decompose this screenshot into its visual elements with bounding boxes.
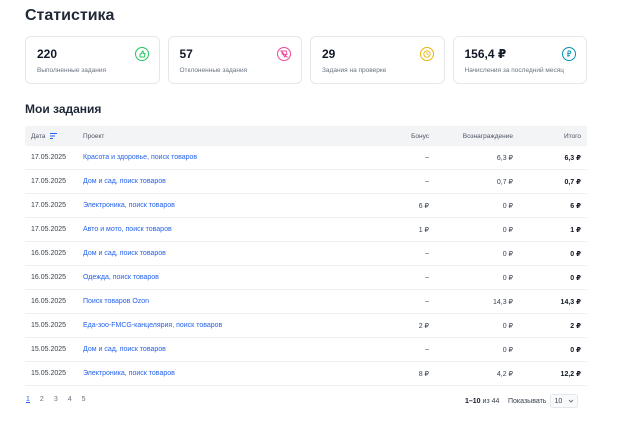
cell-reward: 0,7 ₽: [496, 178, 513, 186]
stat-card: 29 Задания на проверке: [310, 36, 445, 84]
cell-total: 6 ₽: [570, 202, 581, 210]
project-link[interactable]: Одежда, поиск товаров: [83, 274, 367, 281]
table-row: 17.05.2025 Авто и мото, поиск товаров 1 ₽ 0…: [25, 218, 587, 242]
cell-total: 14,3 ₽: [560, 298, 581, 306]
table-row: 17.05.2025 Дом и сад, поиск товаров – 0,7 ₽…: [25, 170, 587, 194]
cell-total: 6,3 ₽: [564, 154, 581, 162]
cell-bonus: –: [425, 274, 429, 281]
chevron-down-icon: [569, 399, 574, 403]
cell-reward: 0 ₽: [502, 346, 513, 354]
project-link[interactable]: Дом и сад, поиск товаров: [83, 346, 367, 353]
page-title: Статистика: [25, 7, 115, 24]
project-link[interactable]: Авто и мото, поиск товаров: [83, 226, 367, 233]
cell-bonus: 6 ₽: [418, 202, 429, 210]
table-row: 15.05.2025 Дом и сад, поиск товаров – 0 ₽ 0 …: [25, 338, 587, 362]
cell-total: 12,2 ₽: [560, 370, 581, 378]
stat-label: Задания на проверке: [322, 67, 387, 74]
cell-bonus: 1 ₽: [418, 226, 429, 234]
cell-reward: 0 ₽: [502, 322, 513, 330]
ruble-coin-icon: [562, 47, 576, 61]
page-size-select[interactable]: 10: [550, 394, 579, 408]
column-total: Итого: [563, 132, 581, 140]
cell-bonus: 8 ₽: [418, 370, 429, 378]
cell-total: 0,7 ₽: [564, 178, 581, 186]
cell-date: 17.05.2025: [31, 202, 67, 209]
table-row: 16.05.2025 Поиск товаров Ozon – 14,3 ₽ 14,3 …: [25, 290, 587, 314]
cell-date: 16.05.2025: [31, 298, 67, 305]
column-bonus: Бонус: [411, 132, 429, 140]
stat-label: Отклоненные задания: [179, 67, 248, 74]
cell-total: 0 ₽: [570, 274, 581, 282]
cell-date: 15.05.2025: [31, 370, 67, 377]
stat-value: 57: [179, 47, 193, 61]
pagination-range: 1–10 из 44: [465, 398, 500, 405]
cell-reward: 0 ₽: [502, 250, 513, 258]
cell-total: 0 ₽: [570, 346, 581, 354]
project-link[interactable]: Еда-зоо-FMCG-канцелярия, поиск товаров: [83, 322, 367, 329]
cell-bonus: –: [425, 178, 429, 185]
stats-cards: 220 Выполненные задания 57 Отклоненные зада…: [25, 36, 587, 84]
pagination: 1 2 3 4 5: [26, 396, 86, 403]
cell-date: 17.05.2025: [31, 226, 67, 233]
cell-reward: 4,2 ₽: [496, 370, 513, 378]
cell-date: 17.05.2025: [31, 178, 67, 185]
table-row: 17.05.2025 Красота и здоровье, поиск това…: [25, 146, 587, 170]
cell-date: 15.05.2025: [31, 322, 67, 329]
table-row: 15.05.2025 Электроника, поиск товаров 8 ₽ 4…: [25, 362, 587, 386]
project-link[interactable]: Дом и сад, поиск товаров: [83, 178, 367, 185]
cell-date: 15.05.2025: [31, 346, 67, 353]
cell-reward: 0 ₽: [502, 202, 513, 210]
cell-bonus: –: [425, 154, 429, 161]
table-row: 16.05.2025 Дом и сад, поиск товаров – 0 ₽ 0 …: [25, 242, 587, 266]
cell-reward: 0 ₽: [502, 226, 513, 234]
thumbs-up-icon: [134, 47, 149, 61]
thumbs-down-icon: [277, 47, 291, 61]
cell-date: 16.05.2025: [31, 274, 67, 281]
project-link[interactable]: Красота и здоровье, поиск товаров: [83, 154, 367, 161]
stat-value: 220: [37, 47, 58, 61]
column-date[interactable]: Дата: [25, 133, 83, 140]
cell-total: 1 ₽: [570, 226, 581, 234]
page-size-label: Показывать: [508, 397, 547, 405]
cell-bonus: –: [425, 250, 429, 257]
cell-date: 16.05.2025: [31, 250, 67, 257]
clock-icon: [419, 47, 434, 61]
table-row: 16.05.2025 Одежда, поиск товаров – 0 ₽ 0 ₽: [25, 266, 587, 290]
cell-bonus: –: [425, 298, 429, 305]
cell-total: 0 ₽: [570, 250, 581, 258]
table-header: Дата Проект Бонус Вознаграждение Итого: [25, 126, 587, 146]
project-link[interactable]: Дом и сад, поиск товаров: [83, 250, 367, 257]
column-project: Проект: [83, 132, 105, 140]
cell-reward: 6,3 ₽: [496, 154, 513, 162]
cell-bonus: –: [425, 346, 429, 353]
stat-card: 156,4 ₽ Начисления за последний месяц: [452, 36, 587, 84]
stat-label: Выполненные задания: [37, 67, 107, 74]
project-link[interactable]: Поиск товаров Ozon: [83, 298, 367, 305]
page-size-control: Показывать 10: [508, 393, 579, 409]
stat-card: 220 Выполненные задания: [25, 36, 160, 84]
cell-reward: 14,3 ₽: [492, 298, 513, 306]
stat-value: 29: [322, 47, 336, 61]
cell-bonus: 2 ₽: [418, 322, 429, 330]
sort-icon[interactable]: [50, 132, 58, 139]
page-link-1[interactable]: 1: [26, 396, 30, 403]
column-reward: Вознаграждение: [462, 132, 513, 140]
project-link[interactable]: Электроника, поиск товаров: [83, 370, 367, 377]
table-body: 17.05.2025 Красота и здоровье, поиск това…: [25, 146, 587, 386]
table-row: 17.05.2025 Электроника, поиск товаров 6 ₽ 0…: [25, 194, 587, 218]
cell-date: 17.05.2025: [31, 154, 67, 161]
stat-value: 156,4 ₽: [464, 47, 507, 61]
page-link-4[interactable]: 4: [68, 396, 72, 403]
cell-reward: 0 ₽: [502, 274, 513, 282]
project-link[interactable]: Электроника, поиск товаров: [83, 202, 367, 209]
cell-total: 2 ₽: [570, 322, 581, 330]
table-row: 15.05.2025 Еда-зоо-FMCG-канцелярия, поиск…: [25, 314, 587, 338]
stat-card: 57 Отклоненные задания: [167, 36, 302, 84]
page-link-3[interactable]: 3: [54, 396, 58, 403]
tasks-section-title: Мои задания: [25, 102, 102, 116]
tasks-table: Дата Проект Бонус Вознаграждение Итого 1…: [25, 126, 587, 386]
page-link-5[interactable]: 5: [82, 396, 86, 403]
stat-label: Начисления за последний месяц: [464, 67, 564, 74]
page-link-2[interactable]: 2: [40, 396, 44, 403]
